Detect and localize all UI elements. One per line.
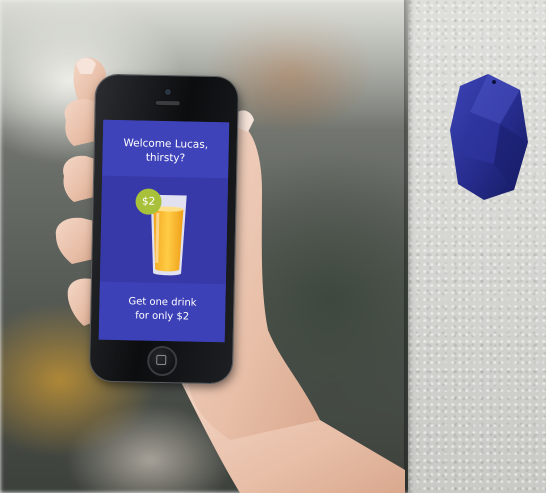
phone-screen: Welcome Lucas, thirsty? $2 Get one drink… (98, 119, 230, 343)
greeting-line2: thirsty? (145, 151, 186, 165)
offer-line2: for only $2 (135, 310, 190, 323)
earpiece-speaker (154, 99, 181, 107)
smartphone: Welcome Lucas, thirsty? $2 Get one drink… (89, 74, 239, 384)
hand-holding-phone (55, 57, 405, 493)
front-camera (163, 87, 172, 97)
offer-line1: Get one drink (128, 296, 197, 309)
greeting-panel: Welcome Lucas, thirsty? (102, 119, 230, 179)
photo-scene: Welcome Lucas, thirsty? $2 Get one drink… (0, 0, 546, 493)
offer-panel[interactable]: Get one drink for only $2 (98, 281, 226, 343)
home-button[interactable] (146, 345, 178, 377)
